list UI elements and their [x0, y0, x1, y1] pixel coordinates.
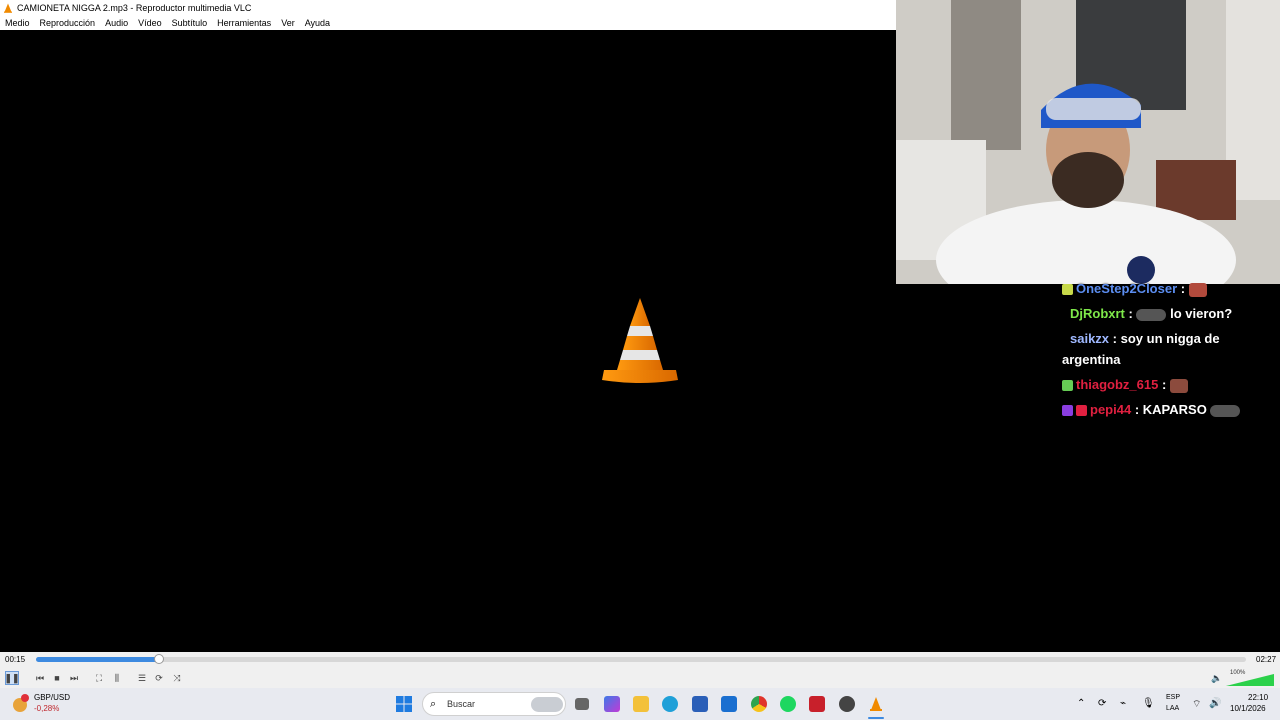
- menu-audio[interactable]: Audio: [100, 18, 133, 28]
- search-icon: ⌕: [430, 698, 437, 710]
- playlist-button[interactable]: ☰: [135, 671, 149, 685]
- seek-handle[interactable]: [154, 654, 165, 664]
- play-pause-button[interactable]: ❚❚: [4, 671, 20, 685]
- windows-start-icon: [396, 696, 412, 712]
- chat-text: lo vieron?: [1170, 306, 1233, 321]
- outlook-icon[interactable]: [721, 696, 737, 712]
- fullscreen-icon: ⛶: [95, 672, 103, 683]
- app-icon[interactable]: [809, 696, 825, 712]
- previous-button[interactable]: ⏮: [33, 671, 47, 685]
- volume-fill: [1226, 674, 1274, 686]
- file-explorer-icon[interactable]: [633, 696, 649, 712]
- wifi-icon[interactable]: ⌔: [1192, 698, 1201, 711]
- seek-bar-fill: [36, 657, 160, 662]
- menu-bar: Medio Reproducción Audio Vídeo Subtítulo…: [0, 16, 896, 30]
- loop-icon: ⟳: [155, 672, 163, 683]
- chat-message: DjRobxrt : lo vieron?: [1070, 306, 1233, 321]
- chat-username: OneStep2Closer: [1076, 281, 1178, 296]
- chat-badge-icon: [1062, 405, 1073, 417]
- shuffle-icon: ⤨: [173, 672, 181, 683]
- vlc-app-icon: [4, 3, 12, 13]
- shuffle-button[interactable]: ⤨: [170, 671, 184, 685]
- title-bar: CAMIONETA NIGGA 2.mp3 - Reproductor mult…: [0, 0, 896, 16]
- pause-icon: ❚❚: [4, 672, 20, 683]
- elapsed-time: 00:15: [5, 655, 26, 664]
- chat-emote-icon: [1188, 282, 1207, 297]
- webcam-overlay: [896, 0, 1280, 284]
- speaker-icon[interactable]: 🔊: [1209, 698, 1221, 709]
- streamer-webcam-image: [896, 0, 1280, 284]
- chat-username: DjRobxrt: [1070, 306, 1125, 321]
- active-app-indicator: [868, 717, 884, 719]
- menu-video[interactable]: Vídeo: [133, 18, 167, 28]
- app-tray-icon[interactable]: ⌁: [1120, 698, 1126, 709]
- language-top[interactable]: ESP: [1166, 694, 1180, 701]
- menu-herramientas[interactable]: Herramientas: [212, 18, 276, 28]
- menu-ayuda[interactable]: Ayuda: [300, 18, 335, 28]
- player-controls: 00:15 02:27 ❚❚ ⏮ ■ ⏭ ⛶ ⫼ ☰ ⟳ ⤨ 🔈 100%: [0, 652, 1280, 688]
- obs-icon[interactable]: [839, 696, 855, 712]
- widget-pair[interactable]: GBP/USD: [34, 693, 70, 702]
- chevron-up-icon[interactable]: ⌃: [1077, 698, 1085, 709]
- previous-icon: ⏮: [35, 672, 45, 683]
- task-view-icon[interactable]: [575, 698, 589, 710]
- widget-change: -0,28%: [34, 704, 60, 713]
- chat-message: thiagobz_615 :: [1062, 374, 1276, 395]
- total-time: 02:27: [1256, 655, 1277, 664]
- extended-settings-button[interactable]: ⫼: [110, 671, 124, 685]
- next-button[interactable]: ⏭: [67, 671, 81, 685]
- loop-button[interactable]: ⟳: [152, 671, 166, 685]
- seek-bar[interactable]: [36, 654, 1246, 664]
- chat-badge-icon: [1062, 284, 1073, 296]
- store-icon[interactable]: [692, 696, 708, 712]
- chat-emote-icon: [1169, 378, 1188, 393]
- window-title: CAMIONETA NIGGA 2.mp3 - Reproductor mult…: [17, 3, 252, 13]
- chat-overlay: OneStep2Closer : DjRobxrt : lo vieron? s…: [1062, 278, 1276, 424]
- chat-badge-icon: [1062, 380, 1073, 392]
- car-emote-icon: [1136, 308, 1167, 321]
- menu-subtitulo[interactable]: Subtítulo: [167, 18, 213, 28]
- chat-message: OneStep2Closer :: [1062, 278, 1276, 299]
- menu-ver[interactable]: Ver: [276, 18, 300, 28]
- fullscreen-button[interactable]: ⛶: [92, 671, 106, 685]
- vlc-taskbar-button[interactable]: [868, 696, 884, 712]
- chat-message: pepi44 : KAPARSO: [1062, 399, 1276, 420]
- stop-icon: ■: [54, 673, 60, 683]
- network-icon[interactable]: ⟳: [1098, 698, 1106, 709]
- chat-message: saikzx : soy un nigga de argentina: [1062, 331, 1220, 367]
- car-emote-icon: [1210, 404, 1241, 417]
- stop-button[interactable]: ■: [50, 671, 64, 685]
- widget-icon[interactable]: [10, 694, 30, 714]
- extended-settings-icon: ⫼: [114, 672, 120, 683]
- clock-date[interactable]: 10/1/2026: [1230, 704, 1266, 713]
- volume-slider[interactable]: [1226, 674, 1274, 686]
- search-highlight-icon: [531, 697, 563, 712]
- chat-username: saikzx: [1070, 331, 1110, 346]
- microphone-icon[interactable]: 🎙: [1142, 698, 1155, 709]
- playlist-icon: ☰: [137, 672, 147, 683]
- vlc-cone-icon: [870, 697, 882, 711]
- menu-reproduccion[interactable]: Reproducción: [35, 18, 101, 28]
- chrome-icon[interactable]: [751, 696, 767, 712]
- spotify-icon[interactable]: [780, 696, 796, 712]
- chat-username: thiagobz_615: [1076, 377, 1159, 392]
- chat-username: pepi44: [1090, 402, 1132, 417]
- taskbar-search[interactable]: ⌕ Buscar: [422, 692, 566, 716]
- windows-start-button[interactable]: [396, 696, 412, 712]
- next-icon: ⏭: [69, 672, 79, 683]
- chat-text: KAPARSO: [1142, 402, 1207, 417]
- vlc-cone-icon: [602, 298, 678, 383]
- chat-badge-icon: [1076, 405, 1087, 417]
- mute-button[interactable]: 🔈: [1210, 671, 1224, 685]
- clock-time[interactable]: 22:10: [1248, 693, 1268, 702]
- edge-icon[interactable]: [662, 696, 678, 712]
- menu-medio[interactable]: Medio: [0, 18, 35, 28]
- taskbar: GBP/USD -0,28% ⌃ ⟳ ⌁ 🎙 ESP LAA ⌔ 🔊 22:10…: [0, 688, 1280, 720]
- language-bottom[interactable]: LAA: [1166, 705, 1179, 712]
- copilot-icon[interactable]: [604, 696, 620, 712]
- volume-icon: 🔈: [1211, 672, 1223, 683]
- search-placeholder: Buscar: [447, 699, 476, 709]
